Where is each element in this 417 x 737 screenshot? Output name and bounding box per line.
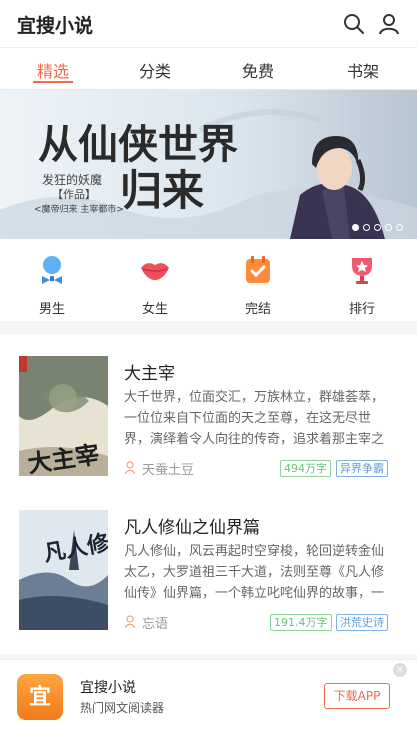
book-title[interactable]: 大主宰 [124, 359, 175, 384]
male-icon [42, 256, 62, 284]
word-count-tag: 191.4万字 [270, 614, 332, 631]
tab-featured[interactable]: 精选 [23, 58, 83, 82]
category-label: 排行 [348, 302, 375, 317]
tab-bookshelf[interactable]: 书架 [333, 58, 393, 82]
banner-author: 发狂的妖魔 [42, 172, 102, 187]
active-tab-indicator [33, 81, 73, 83]
trophy-icon [352, 258, 372, 284]
category-male[interactable]: 男生 [22, 254, 82, 317]
category-shortcuts: 男生 女生 完结 排行 [0, 239, 417, 321]
carousel-dot[interactable] [396, 224, 403, 231]
app-logo: 宜 [17, 674, 63, 720]
book-description: 大千世界，位面交汇，万族林立，群雄荟萃，一位位来自下位面的天之至尊，在这无尽世界… [124, 390, 385, 447]
check-calendar-icon [246, 256, 270, 283]
promo-banner[interactable]: 从仙侠世界 归来 发狂的妖魔 【作品】 <魔帝归来 主宰都市> [0, 90, 417, 239]
lips-icon [141, 263, 169, 280]
book-title[interactable]: 凡人修仙之仙界篇 [124, 513, 260, 538]
download-app-button[interactable]: 下载APP [324, 683, 390, 709]
genre-tag[interactable]: 洪荒史诗 [336, 614, 388, 631]
book-description: 凡人修仙，风云再起时空穿梭，轮回逆转金仙太乙，大罗道祖三千大道，法则至尊《凡人修… [124, 544, 385, 601]
carousel-dot[interactable] [352, 224, 359, 231]
carousel-dot[interactable] [385, 224, 392, 231]
app-download-banner: 宜 宜搜小说 热门网文阅读器 下载APP × [0, 659, 417, 737]
book-author: 天蚕土豆 [142, 463, 195, 478]
app-title: 宜搜小说 [17, 15, 94, 37]
tab-categories[interactable]: 分类 [125, 58, 185, 82]
tab-free[interactable]: 免费 [228, 58, 288, 82]
user-icon[interactable] [377, 12, 401, 36]
book-item[interactable]: 大主宰 大主宰 大千世界，位面交汇，万族林立，群雄荟萃，一位位来自下位面的天之至… [0, 334, 417, 484]
author-icon [124, 615, 136, 628]
banner-text-layer: 从仙侠世界 归来 发狂的妖魔 【作品】 <魔帝归来 主宰都市> [34, 121, 238, 215]
app-name: 宜搜小说 [80, 680, 136, 696]
category-label: 女生 [141, 302, 168, 317]
cover-art: 凡人修仙 [19, 510, 108, 630]
carousel-indicator[interactable] [352, 224, 403, 231]
cover-art: 大主宰 [19, 356, 108, 476]
book-cover[interactable]: 凡人修仙 [19, 510, 108, 630]
book-author: 忘语 [142, 617, 169, 632]
carousel-dot[interactable] [374, 224, 381, 231]
app-tagline: 热门网文阅读器 [80, 701, 165, 715]
book-cover[interactable]: 大主宰 [19, 356, 108, 476]
banner-headline-2: 归来 [120, 166, 204, 215]
book-item[interactable]: 凡人修仙 凡人修仙之仙界篇 凡人修仙，风云再起时空穿梭，轮回逆转金仙太乙，大罗道… [0, 488, 417, 638]
search-icon[interactable] [342, 12, 366, 36]
banner-works: <魔帝归来 主宰都市> [34, 203, 124, 215]
banner-headline-1: 从仙侠世界 [38, 121, 238, 168]
top-bar: 宜搜小说 [0, 0, 417, 48]
word-count-tag: 494万字 [280, 460, 331, 477]
banner-works-label: 【作品】 [52, 188, 96, 201]
author-icon [124, 461, 136, 474]
carousel-dot[interactable] [363, 224, 370, 231]
category-ranking[interactable]: 排行 [332, 254, 392, 317]
book-list: 大主宰 大主宰 大千世界，位面交汇，万族林立，群雄荟萃，一位位来自下位面的天之至… [0, 334, 417, 654]
category-label: 完结 [244, 302, 271, 317]
tab-bar: 精选 分类 免费 书架 [0, 48, 417, 90]
category-completed[interactable]: 完结 [228, 254, 288, 317]
category-label: 男生 [38, 302, 65, 317]
genre-tag[interactable]: 异界争霸 [336, 460, 388, 477]
close-icon[interactable]: × [393, 663, 407, 677]
category-female[interactable]: 女生 [125, 254, 185, 317]
